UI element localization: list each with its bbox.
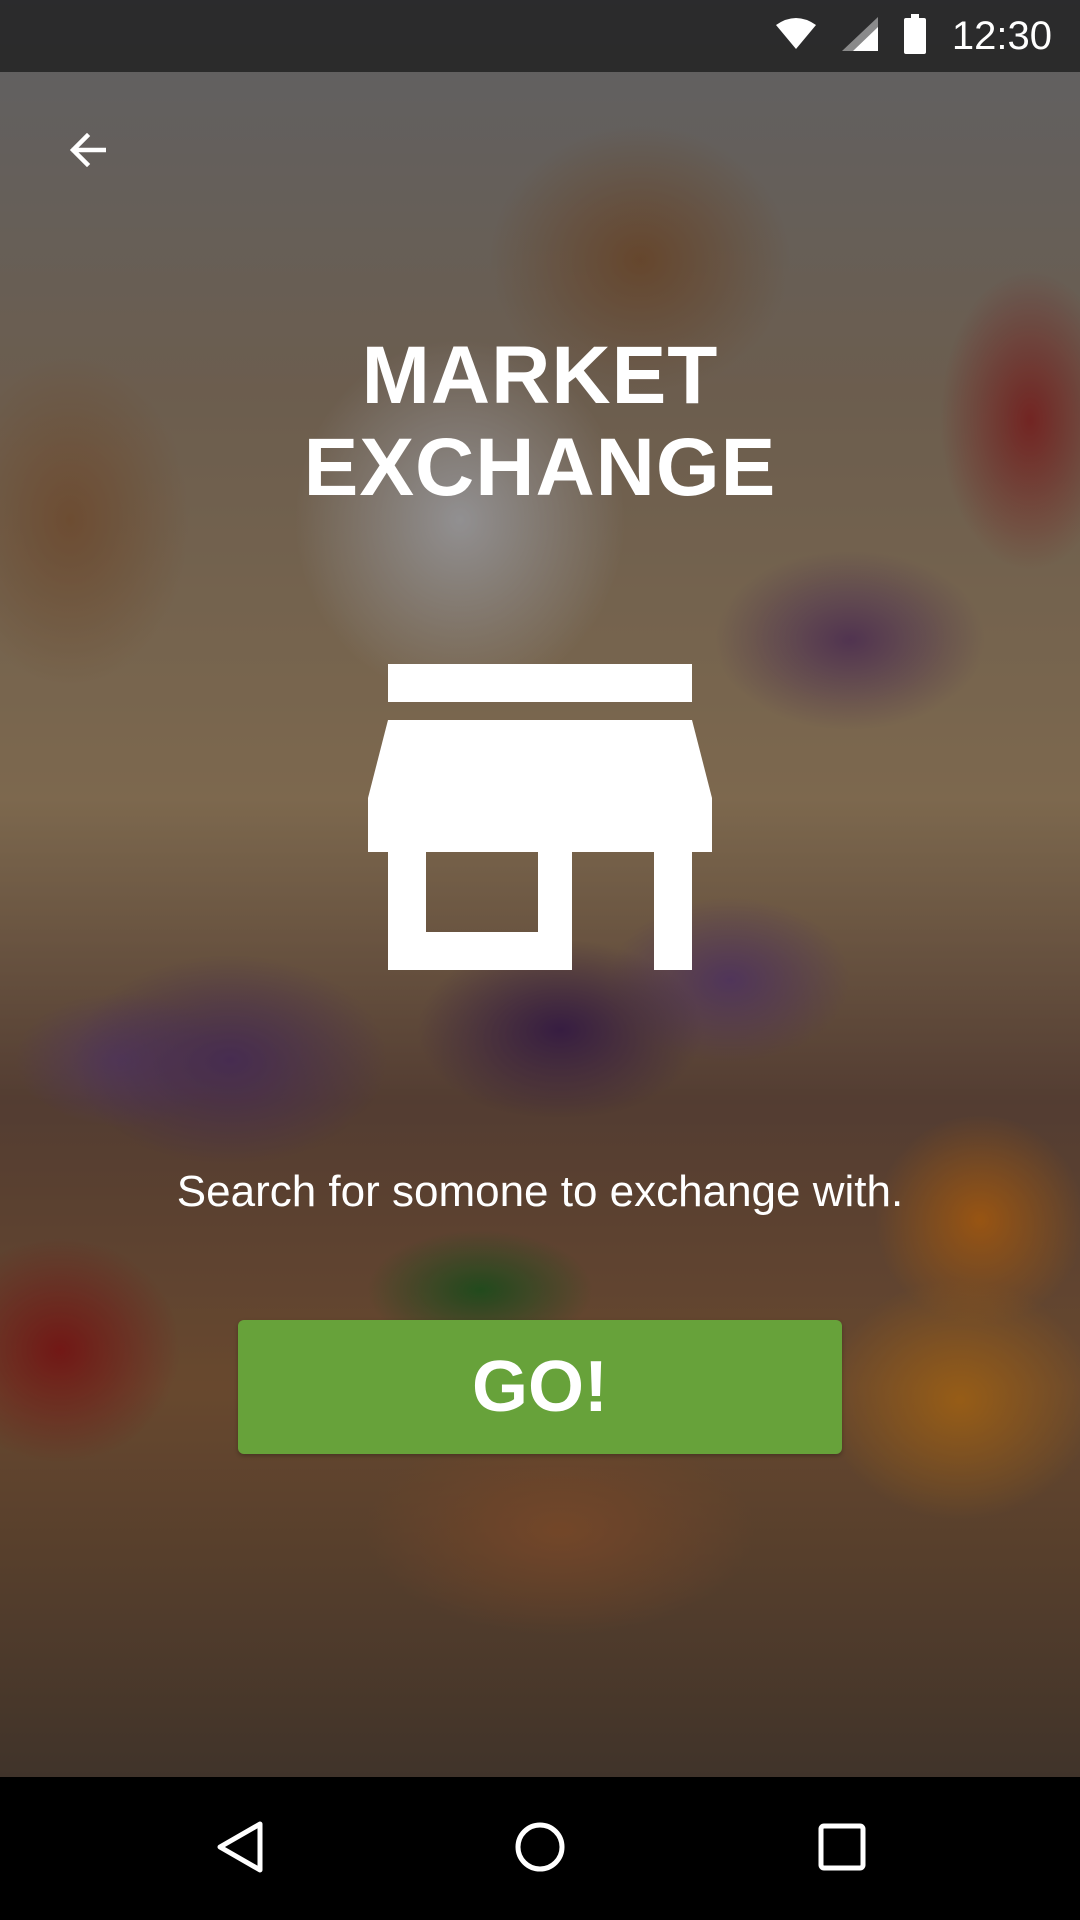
circle-home-icon	[514, 1821, 566, 1877]
battery-icon	[903, 14, 926, 58]
navigation-bar	[0, 1777, 1080, 1920]
go-button[interactable]: GO!	[238, 1320, 842, 1454]
app-title-line1: MARKET	[361, 330, 719, 421]
app-title-line2: EXCHANGE	[303, 422, 777, 513]
app-title: MARKET EXCHANGE	[0, 330, 1080, 514]
cell-signal-icon	[841, 17, 878, 55]
screen: 12:30 MARKET EXCHANGE Search for somone …	[0, 0, 1080, 1920]
status-bar: 12:30	[0, 0, 1080, 72]
square-recents-icon	[817, 1822, 867, 1876]
wifi-icon	[775, 17, 816, 55]
status-right: 12:30	[775, 0, 1052, 72]
nav-recents-button[interactable]	[782, 1777, 902, 1920]
triangle-back-icon	[216, 1821, 264, 1877]
search-prompt: Search for somone to exchange with.	[176, 1167, 904, 1216]
nav-back-button[interactable]	[180, 1777, 300, 1920]
nav-home-button[interactable]	[480, 1777, 600, 1920]
arrow-left-icon	[69, 132, 107, 171]
clock: 12:30	[951, 13, 1052, 58]
store-icon	[368, 664, 712, 970]
back-button[interactable]	[56, 120, 120, 184]
